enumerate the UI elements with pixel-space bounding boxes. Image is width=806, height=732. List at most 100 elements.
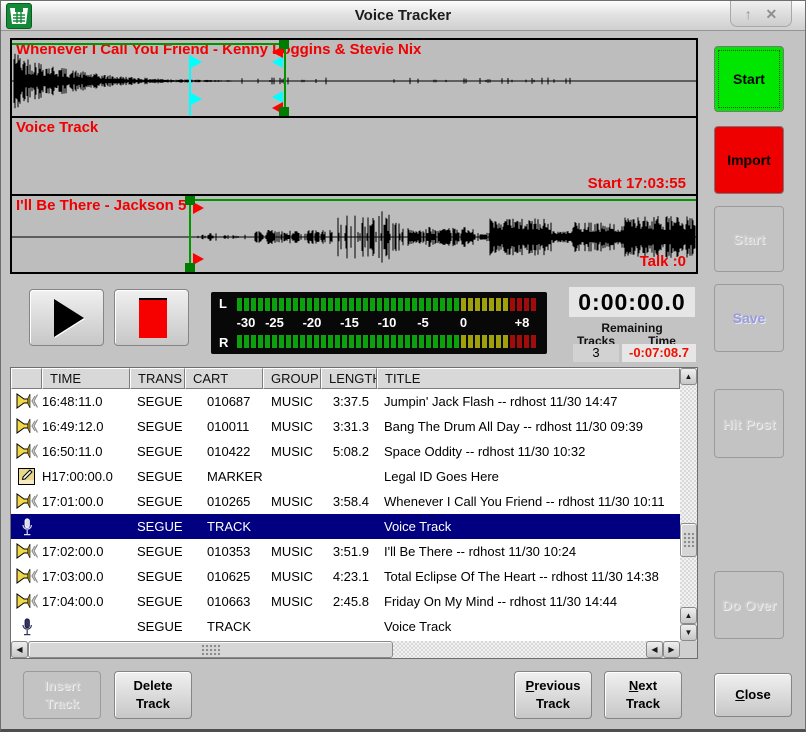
microphone-icon	[21, 618, 33, 636]
log-row[interactable]: SEGUETRACKVoice Track	[11, 514, 680, 539]
column-header-time[interactable]: TIME	[42, 368, 130, 389]
next-track-button[interactable]: NextTrack	[604, 671, 682, 719]
meter-scale-label: 0	[460, 315, 467, 330]
meter-segment	[377, 298, 382, 311]
log-row[interactable]: 17:01:00.0SEGUE010265MUSIC3:58.4Whenever…	[11, 489, 680, 514]
save-button[interactable]: Save	[714, 284, 784, 352]
log-row[interactable]: 16:48:11.0SEGUE010687MUSIC3:37.5Jumpin' …	[11, 389, 680, 414]
scroll-left-button[interactable]: ◀	[11, 641, 28, 658]
scroll-right-button[interactable]: ▶	[663, 641, 680, 658]
cell-group: MUSIC	[263, 594, 321, 609]
play-icon	[54, 299, 84, 337]
meter-segment	[440, 298, 445, 311]
window-controls: ↑ ✕	[730, 1, 792, 27]
log-row[interactable]: 17:02:00.0SEGUE010353MUSIC3:51.9I'll Be …	[11, 539, 680, 564]
meter-segment	[468, 298, 473, 311]
vertical-scrollbar-thumb[interactable]	[680, 523, 697, 557]
column-header-trans[interactable]: TRANS	[130, 368, 185, 389]
scroll-down-button[interactable]: ▼	[680, 624, 697, 641]
scroll-up-button[interactable]: ▲	[680, 607, 697, 624]
meter-segment	[510, 335, 515, 348]
meter-segment	[370, 335, 375, 348]
column-header-cart[interactable]: CART	[185, 368, 263, 389]
cell-length: 3:31.3	[321, 419, 377, 434]
insert-track-button[interactable]: InsertTrack	[23, 671, 101, 719]
cell-trans: SEGUE	[130, 419, 185, 434]
cell-cart: TRACK	[185, 619, 263, 634]
log-row[interactable]: 17:03:00.0SEGUE010625MUSIC4:23.1Total Ec…	[11, 564, 680, 589]
cell-time: 17:03:00.0	[42, 569, 130, 584]
meter-segment	[461, 298, 466, 311]
incoming-markers	[12, 196, 696, 272]
speaker-icon	[16, 568, 38, 585]
previous-track-button[interactable]: PreviousTrack	[514, 671, 592, 719]
stop-icon	[139, 298, 167, 338]
meter-segment	[363, 335, 368, 348]
start-record-button[interactable]: Start	[714, 46, 784, 112]
cell-trans: SEGUE	[130, 569, 185, 584]
hit-post-button[interactable]: Hit Post	[714, 389, 784, 458]
cell-trans: SEGUE	[130, 544, 185, 559]
start-marker-handle[interactable]	[185, 196, 195, 205]
cell-cart: TRACK	[185, 519, 263, 534]
scroll-up-button[interactable]: ▲	[680, 368, 697, 385]
segue-marker-handle[interactable]	[279, 40, 289, 49]
talk-marker-handle[interactable]	[191, 93, 202, 105]
meter-scale-label: -25	[265, 315, 284, 330]
row-type-icon	[11, 443, 42, 460]
cell-group: MUSIC	[263, 394, 321, 409]
log-table: TIMETRANSCARTGROUPLENGTHTITLE 16:48:11.0…	[10, 367, 698, 659]
column-header-group[interactable]: GROUP	[263, 368, 321, 389]
talk-end-handle[interactable]	[272, 91, 283, 103]
meter-segment	[279, 298, 284, 311]
horizontal-scrollbar-thumb[interactable]	[28, 641, 393, 658]
cell-group: MUSIC	[263, 419, 321, 434]
start-playback-button[interactable]: Start	[714, 206, 784, 272]
elapsed-time-display: 0:00:00.0	[569, 287, 695, 317]
column-header-title[interactable]: TITLE	[377, 368, 680, 389]
start-marker-handle[interactable]	[185, 263, 195, 272]
close-window-button[interactable]: ✕	[766, 7, 778, 21]
stop-button[interactable]	[114, 289, 189, 346]
vertical-scrollbar[interactable]: ▲ ▲ ▼	[680, 368, 697, 641]
cell-time: 16:48:11.0	[42, 394, 130, 409]
meter-scale-label: -20	[303, 315, 322, 330]
meter-segment	[307, 335, 312, 348]
cell-length: 5:08.2	[321, 444, 377, 459]
cell-cart: 010687	[185, 394, 263, 409]
talk-end-handle[interactable]	[272, 56, 283, 68]
log-row[interactable]: 17:04:00.0SEGUE010663MUSIC2:45.8Friday O…	[11, 589, 680, 614]
column-header-length[interactable]: LENGTH	[321, 368, 377, 389]
meter-segment	[419, 335, 424, 348]
shade-window-button[interactable]: ↑	[745, 7, 752, 21]
waveform-panel-voicetrack[interactable]: Voice Track Start 17:03:55	[10, 116, 698, 196]
meter-segment	[251, 298, 256, 311]
meter-segment	[342, 298, 347, 311]
meter-segment	[531, 335, 536, 348]
play-button[interactable]	[29, 289, 104, 346]
meter-segment	[475, 298, 480, 311]
meter-segment	[454, 298, 459, 311]
log-row[interactable]: 16:49:12.0SEGUE010011MUSIC3:31.3Bang The…	[11, 414, 680, 439]
meter-segment	[370, 298, 375, 311]
column-header-icon[interactable]	[11, 368, 42, 389]
import-button[interactable]: Import	[714, 126, 784, 194]
waveform-panel-incoming[interactable]: I'll Be There - Jackson 5 Talk :0	[10, 194, 698, 274]
meter-segment	[307, 298, 312, 311]
meter-segment	[503, 335, 508, 348]
meter-segment	[321, 298, 326, 311]
log-row[interactable]: SEGUETRACKVoice Track	[11, 614, 680, 639]
do-over-button[interactable]: Do Over	[714, 571, 784, 639]
meter-segment	[244, 298, 249, 311]
waveform-panel-outgoing[interactable]: Whenever I Call You Friend - Kenny Loggi…	[10, 38, 698, 118]
close-button[interactable]: Close	[714, 673, 792, 717]
meter-segment	[405, 335, 410, 348]
meter-right-label: R	[219, 335, 228, 350]
horizontal-scrollbar[interactable]: ◀ ◀ ▶	[11, 641, 680, 658]
scroll-left-button[interactable]: ◀	[646, 641, 663, 658]
segue-marker-handle[interactable]	[279, 107, 289, 116]
talk-marker-handle[interactable]	[191, 56, 202, 68]
log-row[interactable]: H17:00:00.0SEGUEMARKERLegal ID Goes Here	[11, 464, 680, 489]
delete-track-button[interactable]: DeleteTrack	[114, 671, 192, 719]
log-row[interactable]: 16:50:11.0SEGUE010422MUSIC5:08.2Space Od…	[11, 439, 680, 464]
